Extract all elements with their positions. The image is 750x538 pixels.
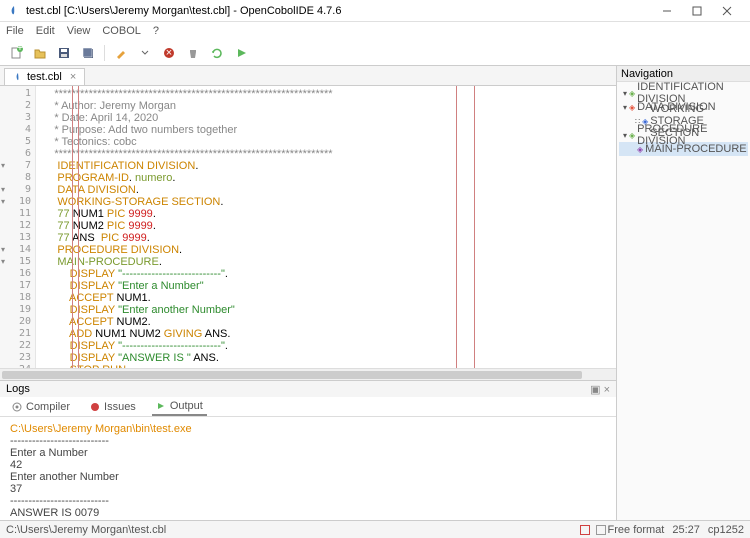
open-file-button[interactable] (30, 43, 50, 63)
log-line: 37 (10, 483, 606, 495)
menu-file[interactable]: File (6, 25, 24, 37)
code-line[interactable]: ACCEPT NUM1. (36, 292, 616, 304)
code-line[interactable]: ****************************************… (36, 88, 616, 100)
code-line[interactable]: DISPLAY "---------------------------". (36, 340, 616, 352)
code-line[interactable]: WORKING-STORAGE SECTION. (36, 196, 616, 208)
encoding-label: cp1252 (708, 524, 744, 536)
logs-output[interactable]: C:\Users\Jeremy Morgan\bin\test.exe-----… (0, 417, 616, 520)
code-editor[interactable]: 1234567▾89▾10▾11121314▾15▾16171819202122… (0, 86, 616, 368)
file-tabs: test.cbl × (0, 66, 616, 86)
dropdown-icon[interactable] (135, 43, 155, 63)
file-tab[interactable]: test.cbl × (4, 68, 85, 85)
logs-close-icon[interactable]: ▣ × (590, 383, 610, 396)
run-button[interactable] (231, 43, 251, 63)
close-button[interactable] (712, 1, 742, 21)
log-line: --------------------------- (10, 495, 606, 507)
play-icon (156, 401, 166, 411)
status-path: C:\Users\Jeremy Morgan\test.cbl (6, 524, 166, 536)
free-format-checkbox[interactable] (596, 525, 606, 535)
code-line[interactable]: * Date: April 14, 2020 (36, 112, 616, 124)
code-line[interactable]: DISPLAY "Enter another Number" (36, 304, 616, 316)
code-line[interactable]: PROCEDURE DIVISION. (36, 244, 616, 256)
menu-cobol[interactable]: COBOL (102, 25, 141, 37)
cursor-position: 25:27 (672, 524, 700, 536)
code-area[interactable]: ****************************************… (36, 86, 616, 368)
save-all-button[interactable] (78, 43, 98, 63)
save-button[interactable] (54, 43, 74, 63)
code-line[interactable]: ADD NUM1 NUM2 GIVING ANS. (36, 328, 616, 340)
navigation-panel: Navigation ▾◈ IDENTIFICATION DIVISION▾◈ … (616, 66, 750, 520)
navigation-tree[interactable]: ▾◈ IDENTIFICATION DIVISION▾◈ DATA DIVISI… (617, 82, 750, 520)
nav-title: Navigation (621, 68, 673, 80)
file-tab-label: test.cbl (27, 71, 62, 83)
log-line: Enter another Number (10, 471, 606, 483)
code-line[interactable]: DATA DIVISION. (36, 184, 616, 196)
menu-edit[interactable]: Edit (36, 25, 55, 37)
maximize-button[interactable] (682, 1, 712, 21)
code-line[interactable]: IDENTIFICATION DIVISION. (36, 160, 616, 172)
warning-icon (90, 402, 100, 412)
svg-text:×: × (166, 47, 172, 59)
code-line[interactable]: MAIN-PROCEDURE. (36, 256, 616, 268)
logs-tab-issues[interactable]: Issues (86, 399, 140, 415)
minimize-button[interactable] (652, 1, 682, 21)
menubar: File Edit View COBOL ? (0, 22, 750, 40)
menu-view[interactable]: View (67, 25, 91, 37)
logs-panel: Logs ▣ × Compiler Issues Output C:\Users… (0, 380, 616, 520)
menu-help[interactable]: ? (153, 25, 159, 37)
file-icon (13, 72, 23, 82)
code-line[interactable]: * Author: Jeremy Morgan (36, 100, 616, 112)
window-title: test.cbl [C:\Users\Jeremy Morgan\test.cb… (26, 5, 341, 17)
code-line[interactable]: * Purpose: Add two numbers together (36, 124, 616, 136)
code-line[interactable]: 77 ANS PIC 9999. (36, 232, 616, 244)
code-line[interactable]: ****************************************… (36, 148, 616, 160)
line-gutter: 1234567▾89▾10▾11121314▾15▾16171819202122… (0, 86, 36, 368)
log-line: ANSWER IS 0079 (10, 507, 606, 519)
app-icon (8, 5, 20, 17)
nav-item[interactable]: ▾◈ PROCEDURE DIVISION (619, 128, 748, 142)
code-line[interactable]: * Tectonics: cobc (36, 136, 616, 148)
status-indicator-icon (580, 525, 590, 535)
gear-icon (12, 402, 22, 412)
log-line: Enter a Number (10, 447, 606, 459)
code-line[interactable]: ACCEPT NUM2. (36, 316, 616, 328)
status-bar: C:\Users\Jeremy Morgan\test.cbl Free for… (0, 520, 750, 538)
log-line: 42 (10, 459, 606, 471)
new-file-button[interactable]: + (6, 43, 26, 63)
horizontal-scrollbar[interactable] (0, 368, 616, 380)
refresh-button[interactable] (207, 43, 227, 63)
edit-button[interactable] (111, 43, 131, 63)
clear-button[interactable] (183, 43, 203, 63)
logs-tab-compiler[interactable]: Compiler (8, 399, 74, 415)
code-line[interactable]: PROGRAM-ID. numero. (36, 172, 616, 184)
close-tab-icon[interactable]: × (70, 71, 76, 83)
code-line[interactable]: DISPLAY "---------------------------". (36, 268, 616, 280)
logs-tab-output[interactable]: Output (152, 398, 207, 416)
cancel-button[interactable]: × (159, 43, 179, 63)
code-line[interactable]: 77 NUM1 PIC 9999. (36, 208, 616, 220)
nav-item[interactable]: ◈ MAIN-PROCEDURE (619, 142, 748, 156)
log-line: C:\Users\Jeremy Morgan\bin\test.exe (10, 423, 606, 435)
log-line: --------------------------- (10, 435, 606, 447)
nav-item[interactable]: ▾◈ IDENTIFICATION DIVISION (619, 86, 748, 100)
toolbar: + × (0, 40, 750, 66)
free-format-label[interactable]: Free format (608, 524, 665, 536)
code-line[interactable]: DISPLAY "ANSWER IS " ANS. (36, 352, 616, 364)
logs-title: Logs (6, 383, 30, 395)
svg-text:+: + (17, 46, 23, 54)
code-line[interactable]: DISPLAY "Enter a Number" (36, 280, 616, 292)
titlebar: test.cbl [C:\Users\Jeremy Morgan\test.cb… (0, 0, 750, 22)
code-line[interactable]: 77 NUM2 PIC 9999. (36, 220, 616, 232)
